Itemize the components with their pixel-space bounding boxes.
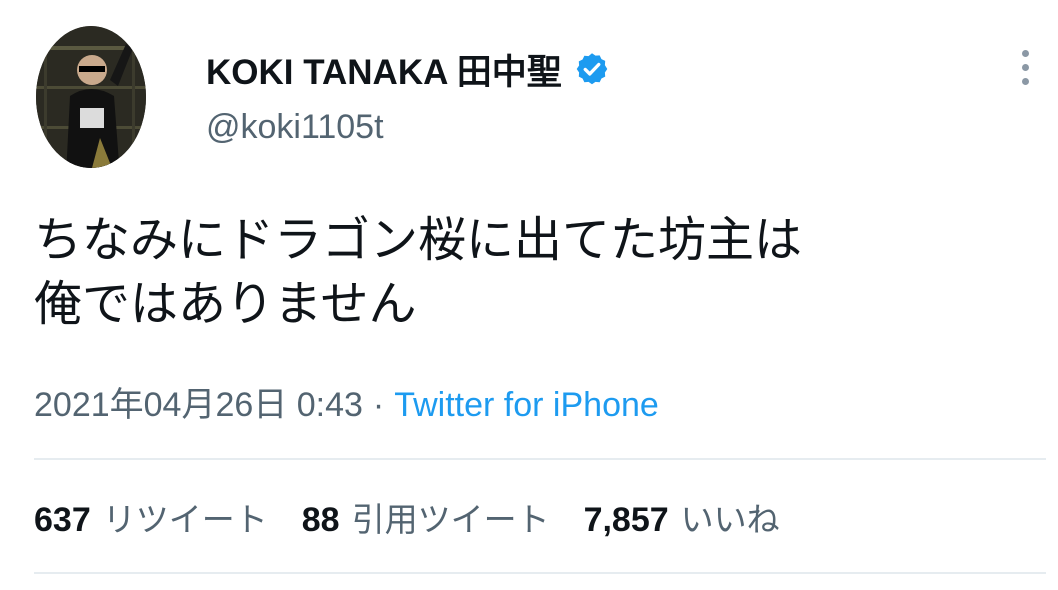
tweet-text: ちなみにドラゴン桜に出てた坊主は 俺ではありません — [34, 212, 803, 332]
likes-label: いいね — [680, 500, 780, 539]
quotes-count: 88 — [301, 501, 340, 539]
retweets-label: リツイート — [102, 500, 268, 539]
verified-badge-icon — [574, 51, 610, 87]
retweets-stat[interactable]: 637 リツイート — [34, 493, 268, 541]
author-handle[interactable]: @koki1105t — [206, 108, 384, 147]
likes-count: 7,857 — [583, 501, 669, 539]
tweet-meta: 2021年04月26日 0:43 · Twitter for iPhone — [34, 377, 659, 426]
retweets-count: 637 — [34, 501, 91, 539]
author-avatar[interactable] — [36, 26, 146, 168]
more-options-icon[interactable] — [1016, 48, 1036, 86]
tweet-source-link[interactable]: Twitter for iPhone — [394, 386, 659, 424]
likes-stat[interactable]: 7,857 いいね — [584, 493, 780, 541]
tweet-stats: 637 リツイート 88 引用ツイート 7,857 いいね — [34, 493, 780, 541]
author-display-name[interactable]: KOKI TANAKA 田中聖 — [206, 44, 562, 95]
divider — [34, 572, 1046, 574]
divider — [34, 458, 1046, 460]
author-name-row: KOKI TANAKA 田中聖 — [206, 44, 610, 94]
tweet-timestamp[interactable]: 2021年04月26日 0:43 — [34, 386, 363, 424]
meta-separator: · — [372, 386, 385, 424]
quotes-label: 引用ツイート — [351, 500, 550, 539]
quotes-stat[interactable]: 88 引用ツイート — [302, 493, 550, 541]
